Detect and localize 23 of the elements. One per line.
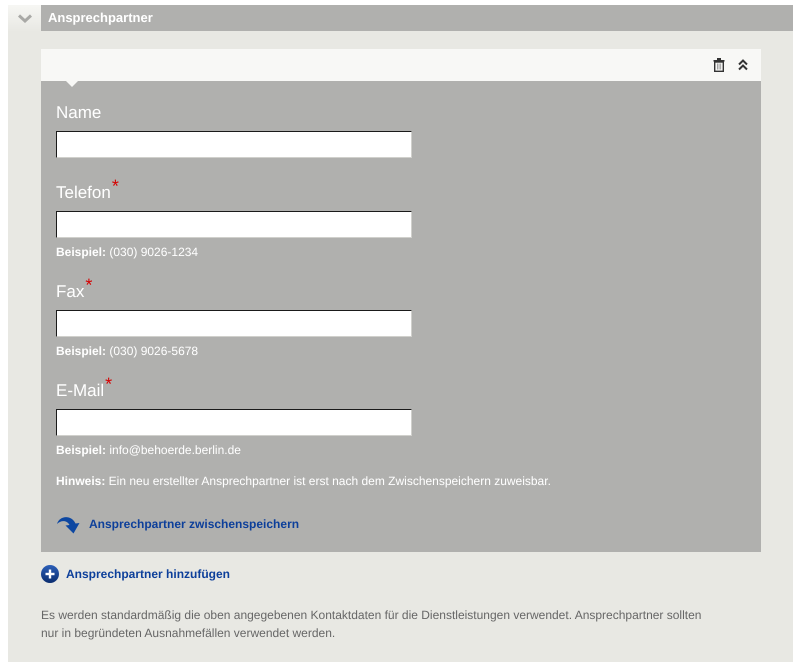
curved-arrow-icon	[56, 514, 81, 534]
double-chevron-up-icon[interactable]	[738, 59, 748, 71]
field-label: E-Mail	[56, 380, 104, 401]
input-field[interactable]	[56, 211, 412, 238]
info-text: Es werden standardmäßig die oben angegebenen Kontaktdaten für die Dienstleistungen verwendet. Ansprechpartner sollten nur in begründeten Ausnahmefällen verwendet werden.	[41, 607, 702, 642]
save-link[interactable]: Ansprechpartner zwischenspeichern	[56, 514, 300, 534]
required-mark: *	[112, 179, 119, 193]
field-label: Telefon	[56, 182, 111, 203]
required-mark: *	[85, 278, 92, 292]
field-label: Name	[56, 102, 102, 123]
field-hint: Beispiel: (030) 9026-5678	[56, 343, 198, 359]
trash-icon[interactable]	[713, 58, 725, 72]
field-hint: Beispiel: (030) 9026-1234	[56, 244, 198, 260]
input-field[interactable]	[56, 409, 412, 436]
plus-circle-icon	[41, 565, 59, 583]
section-title: Ansprechpartner	[48, 10, 153, 26]
field-hint: Beispiel: info@behoerde.berlin.de	[56, 442, 241, 458]
field-label: Fax	[56, 281, 84, 302]
required-mark: *	[105, 377, 112, 391]
input-field[interactable]	[56, 310, 412, 337]
input-field[interactable]	[56, 131, 412, 158]
add-link[interactable]: Ansprechpartner hinzufügen	[41, 565, 230, 583]
note-text: Hinweis: Ein neu erstellter Ansprechpartner ist erst nach dem Zwischenspeichern zuweisbar.	[56, 473, 551, 489]
